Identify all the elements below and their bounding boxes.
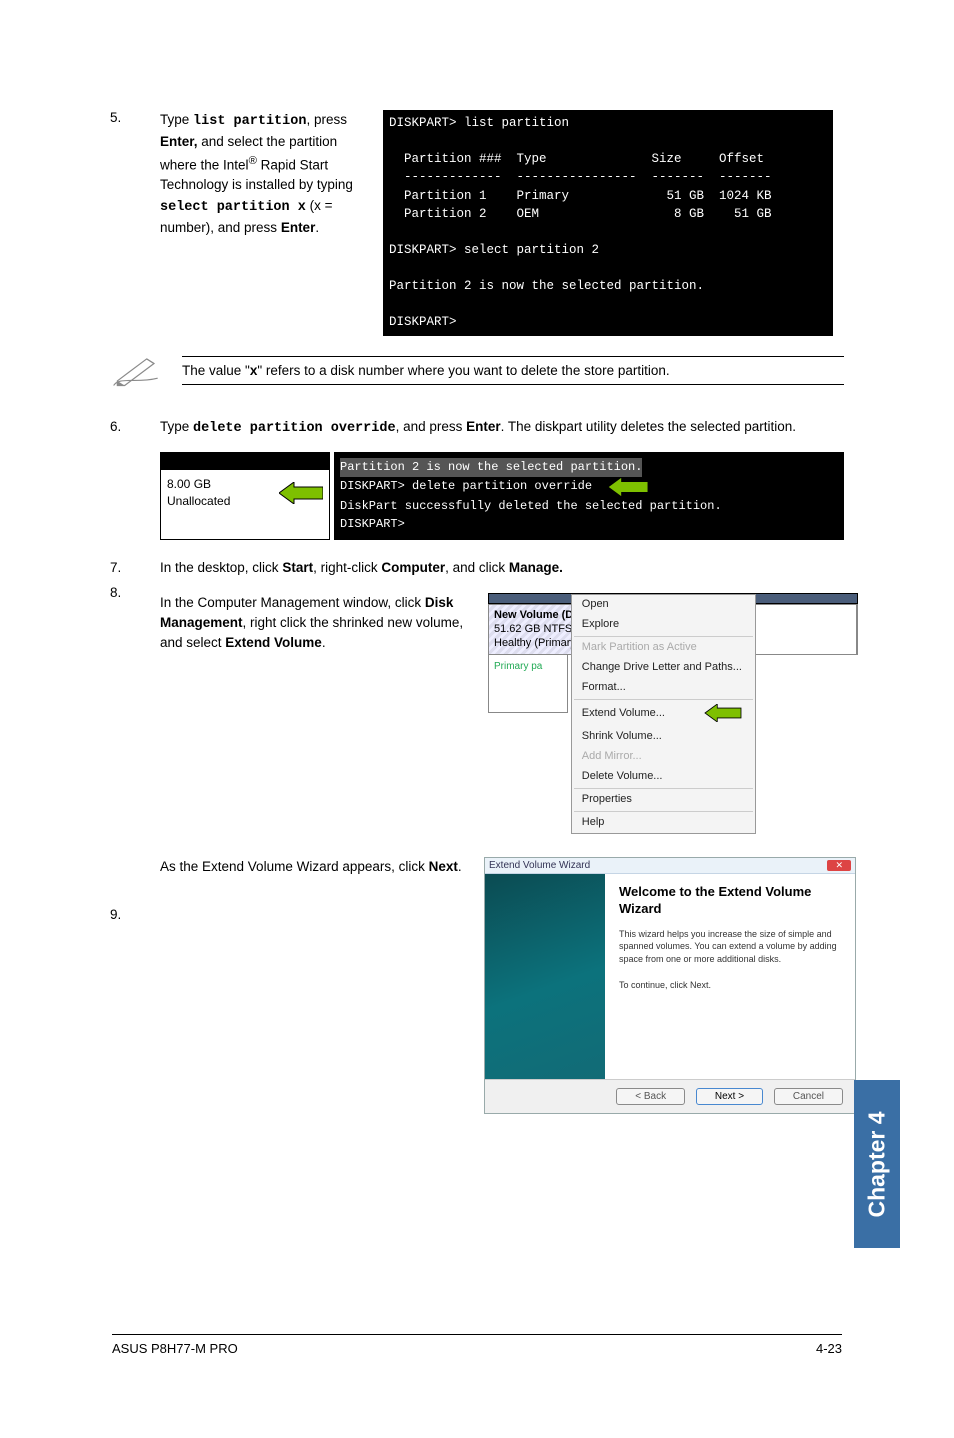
step9-text: As the Extend Volume Wizard appears, cli… xyxy=(160,857,470,1114)
step9-number: 9. xyxy=(110,907,160,1114)
menu-help[interactable]: Help xyxy=(572,813,755,833)
menu-properties[interactable]: Properties xyxy=(572,790,755,810)
arrow-left-icon xyxy=(279,482,323,504)
step5-text: Type list partition, press Enter, and se… xyxy=(160,110,365,336)
menu-explore[interactable]: Explore xyxy=(572,615,755,635)
wizard-title: Extend Volume Wizard xyxy=(489,860,590,871)
disk-management-screenshot: New Volume (D:) 51.62 GB NTFS Healthy (P… xyxy=(488,593,858,895)
step6-number: 6. xyxy=(110,417,160,540)
wizard-continue-text: To continue, click Next. xyxy=(619,979,841,992)
menu-mark-active: Mark Partition as Active xyxy=(572,638,755,658)
menu-format[interactable]: Format... xyxy=(572,678,755,698)
footer-product: ASUS P8H77-M PRO xyxy=(112,1341,238,1356)
menu-extend-volume[interactable]: Extend Volume... xyxy=(572,701,755,727)
wizard-heading: Welcome to the Extend Volume Wizard xyxy=(619,884,841,918)
step8-text: In the Computer Management window, click… xyxy=(160,593,470,895)
wizard-side-image xyxy=(485,874,605,1079)
step7-text: In the desktop, click Start, right-click… xyxy=(160,560,844,575)
menu-shrink-volume[interactable]: Shrink Volume... xyxy=(572,727,755,747)
context-menu: Open Explore Mark Partition as Active Ch… xyxy=(571,594,756,834)
close-icon[interactable]: ✕ xyxy=(827,860,851,871)
footer-page-number: 4-23 xyxy=(816,1341,842,1356)
menu-change-letter[interactable]: Change Drive Letter and Paths... xyxy=(572,658,755,678)
step6-terminal-output: Partition 2 is now the selected partitio… xyxy=(334,452,844,540)
extend-volume-wizard-dialog: Extend Volume Wizard ✕ Welcome to the Ex… xyxy=(484,857,856,1114)
chapter-tab: Chapter 4 xyxy=(854,1080,900,1248)
note-text: The value "x" refers to a disk number wh… xyxy=(182,356,844,385)
menu-add-mirror: Add Mirror... xyxy=(572,747,755,767)
step5-terminal-output: DISKPART> list partition Partition ### T… xyxy=(383,110,833,336)
arrow-left-icon xyxy=(606,477,650,497)
step6-text: Type delete partition override, and pres… xyxy=(160,417,844,439)
disk-panel-unallocated: 8.00 GB Unallocated xyxy=(160,452,330,540)
next-button[interactable]: Next > xyxy=(696,1088,763,1105)
step7-number: 7. xyxy=(110,560,160,575)
step5-number: 5. xyxy=(110,110,160,336)
step8-number: 8. xyxy=(110,585,160,895)
menu-open[interactable]: Open xyxy=(572,595,755,615)
arrow-left-icon xyxy=(701,704,745,722)
wizard-description: This wizard helps you increase the size … xyxy=(619,928,841,966)
note-pencil-icon xyxy=(110,350,154,391)
back-button: < Back xyxy=(616,1088,685,1105)
menu-delete-volume[interactable]: Delete Volume... xyxy=(572,767,755,787)
cancel-button[interactable]: Cancel xyxy=(774,1088,843,1105)
